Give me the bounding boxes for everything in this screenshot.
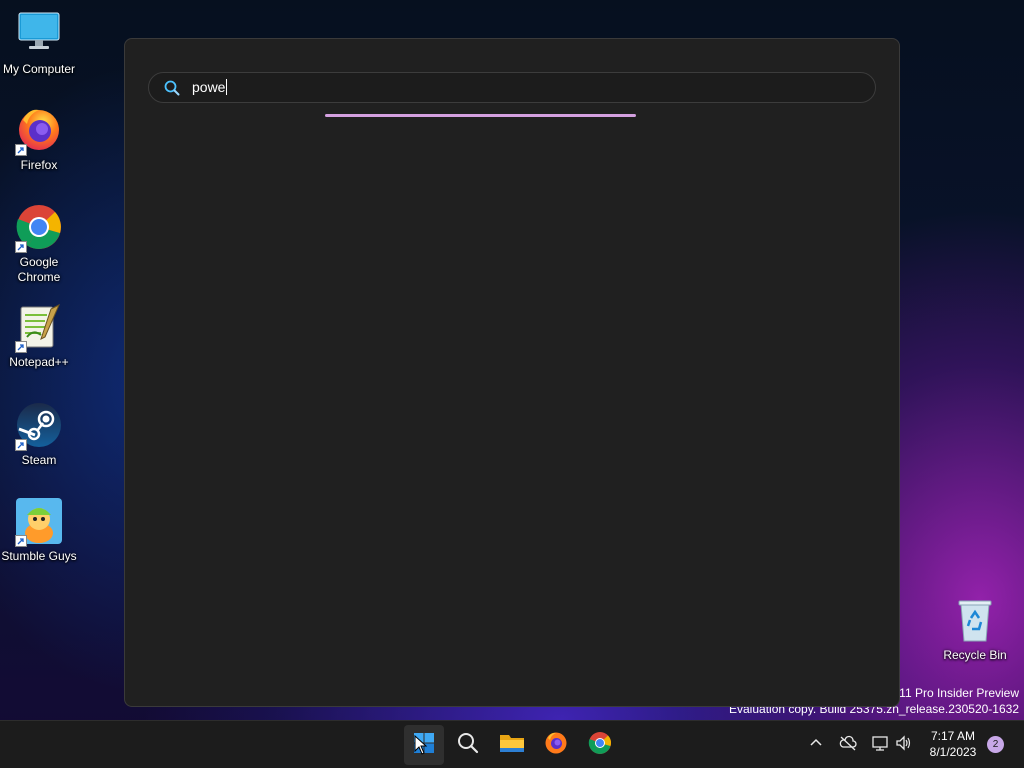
desktop-icon-my-computer[interactable]: My Computer (1, 10, 77, 77)
desktop-icon-stumble-guys[interactable]: Stumble Guys (1, 497, 77, 564)
notification-badge[interactable]: 2 (987, 736, 1004, 753)
folder-icon (499, 732, 525, 758)
text-caret (226, 79, 228, 95)
desktop-icon-firefox[interactable]: Firefox (1, 106, 77, 173)
firefox-icon (544, 731, 568, 759)
taskbar: 7:17 AM 8/1/2023 2 (0, 720, 1024, 768)
chrome-taskbar-button[interactable] (580, 725, 620, 765)
search-icon (164, 80, 180, 100)
search-panel: powe (124, 38, 900, 707)
desktop-icon-recycle-bin[interactable]: Recycle Bin (937, 596, 1013, 663)
desktop-icon-label: Recycle Bin (943, 648, 1007, 662)
shortcut-arrow-icon (15, 439, 27, 451)
shortcut-arrow-icon (15, 535, 27, 547)
volume-icon[interactable] (895, 735, 913, 755)
chrome-icon (588, 731, 612, 759)
chrome-icon (15, 203, 63, 253)
search-icon (457, 732, 479, 758)
desktop-icon-label: My Computer (2, 62, 76, 76)
clock-time: 7:17 AM (930, 729, 976, 743)
firefox-icon (15, 106, 63, 156)
desktop-icon-notepadpp[interactable]: Notepad++ (1, 303, 77, 370)
mouse-cursor-icon (414, 734, 428, 759)
desktop-icon-label: Steam (21, 453, 57, 467)
desktop-icon-google-chrome[interactable]: Google Chrome (1, 203, 77, 285)
taskbar-search-button[interactable] (448, 725, 488, 765)
search-input[interactable]: powe (148, 72, 876, 103)
search-query-text: powe (192, 79, 226, 95)
system-clock[interactable]: 7:17 AM 8/1/2023 (920, 728, 986, 760)
desktop-icon-label: Google Chrome (17, 255, 61, 284)
steam-icon (15, 401, 63, 451)
clock-date: 8/1/2023 (929, 745, 977, 759)
file-explorer-button[interactable] (492, 725, 532, 765)
shortcut-arrow-icon (15, 144, 27, 156)
desktop-icon-steam[interactable]: Steam (1, 401, 77, 468)
recycle-bin-icon (951, 596, 999, 644)
show-hidden-icons-chevron-icon[interactable] (809, 735, 823, 754)
shortcut-arrow-icon (15, 241, 27, 253)
desktop-icon-label: Notepad++ (9, 355, 69, 369)
desktop-icon-label: Stumble Guys (1, 549, 77, 563)
firefox-taskbar-button[interactable] (536, 725, 576, 765)
loading-progress-bar (325, 114, 636, 117)
cloud-offline-icon[interactable] (839, 735, 857, 755)
shortcut-arrow-icon (15, 341, 27, 353)
search-input-value[interactable]: powe (192, 79, 228, 95)
stumble-guys-icon (15, 497, 63, 547)
monitor-icon (15, 10, 63, 58)
desktop-icon-label: Firefox (20, 158, 58, 172)
network-icon[interactable] (871, 735, 889, 755)
notepadpp-icon (15, 303, 63, 353)
